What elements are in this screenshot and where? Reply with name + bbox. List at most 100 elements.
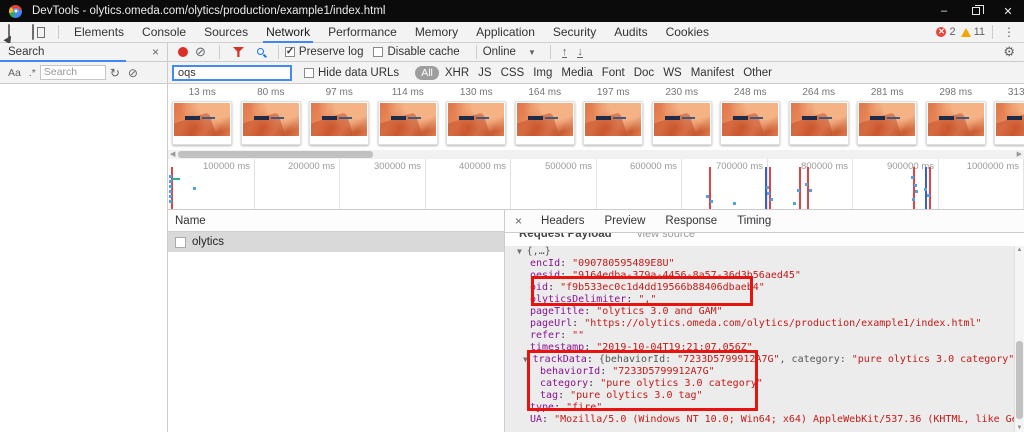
- details-tab-timing[interactable]: Timing: [727, 215, 781, 227]
- payload-line[interactable]: ▼ {,…}: [505, 246, 1014, 258]
- tab-console[interactable]: Console: [133, 22, 195, 43]
- refresh-icon[interactable]: ↻: [106, 66, 124, 80]
- timeline-gridline: [510, 159, 511, 210]
- type-filter-all[interactable]: All: [415, 66, 439, 80]
- warning-count: 11: [974, 26, 985, 38]
- type-filter-js[interactable]: JS: [478, 67, 491, 79]
- tab-audits[interactable]: Audits: [605, 22, 656, 43]
- tab-elements[interactable]: Elements: [65, 22, 133, 43]
- payload-line[interactable]: pageTitle: "olytics 3.0 and GAM": [505, 306, 1014, 318]
- payload-line[interactable]: UA: "Mozilla/5.0 (Windows NT 10.0; Win64…: [505, 414, 1014, 426]
- search-panel-close-button[interactable]: ×: [152, 45, 159, 59]
- filmstrip-frame[interactable]: 281 ms: [853, 84, 922, 150]
- name-column-header[interactable]: Name: [168, 210, 504, 232]
- hide-data-urls-checkbox[interactable]: [304, 68, 314, 78]
- timeline-request-dot: [169, 195, 172, 198]
- inspect-element-button[interactable]: [8, 25, 24, 39]
- payload-line[interactable]: refer: "": [505, 330, 1014, 342]
- timeline-request-dot: [770, 198, 773, 201]
- more-options-button[interactable]: ⋮: [1000, 25, 1018, 39]
- record-button[interactable]: [178, 47, 188, 57]
- tab-sources[interactable]: Sources: [195, 22, 257, 43]
- settings-gear-button[interactable]: ⚙: [1003, 44, 1015, 60]
- timeline-request-dot: [767, 192, 770, 195]
- json-value: "olytics 3.0 and GAM": [596, 306, 722, 317]
- close-details-icon[interactable]: ×: [505, 214, 531, 228]
- filmstrip-frame[interactable]: 264 ms: [785, 84, 854, 150]
- timeline-tick-label: 200000 ms: [288, 161, 339, 172]
- scroll-right-icon[interactable]: ▶: [1017, 150, 1022, 159]
- timeline-tick-label: 100000 ms: [203, 161, 254, 172]
- details-tab-response[interactable]: Response: [655, 215, 727, 227]
- divider: [58, 25, 59, 39]
- minimize-button[interactable]: –: [928, 0, 960, 22]
- disable-cache-checkbox[interactable]: [373, 47, 383, 57]
- filmstrip-frame[interactable]: 97 ms: [305, 84, 374, 150]
- table-row[interactable]: olytics: [168, 232, 504, 252]
- payload-line[interactable]: encId: "090780595489E8U": [505, 258, 1014, 270]
- tab-memory[interactable]: Memory: [406, 22, 467, 43]
- type-filter-ws[interactable]: WS: [663, 67, 682, 79]
- type-filter-font[interactable]: Font: [602, 67, 625, 79]
- match-case-toggle[interactable]: Aa: [4, 67, 25, 79]
- device-icon: [32, 24, 34, 40]
- filmstrip-frame[interactable]: 80 ms: [237, 84, 306, 150]
- details-tab-headers[interactable]: Headers: [531, 215, 594, 227]
- filmstrip-frame[interactable]: 248 ms: [716, 84, 785, 150]
- timeline-request-dot: [797, 189, 800, 192]
- scroll-down-icon[interactable]: ▼: [1017, 425, 1023, 431]
- network-filter-input[interactable]: oqs: [172, 65, 292, 81]
- json-punctuation: :: [572, 318, 584, 329]
- network-overview-timeline[interactable]: 100000 ms200000 ms300000 ms400000 ms5000…: [168, 159, 1024, 210]
- console-errors-badge[interactable]: ✕ 2: [936, 26, 955, 38]
- scroll-left-icon[interactable]: ◀: [170, 150, 175, 159]
- scrollbar-thumb[interactable]: [178, 151, 373, 158]
- clear-network-log-button[interactable]: ⊘: [195, 44, 206, 60]
- filmstrip-frame[interactable]: 13 ms: [168, 84, 237, 150]
- tab-security[interactable]: Security: [544, 22, 605, 43]
- type-filter-xhr[interactable]: XHR: [445, 67, 469, 79]
- tab-application[interactable]: Application: [467, 22, 544, 43]
- type-filter-doc[interactable]: Doc: [634, 67, 654, 79]
- preserve-log-checkbox[interactable]: [285, 47, 295, 57]
- filter-icon[interactable]: [233, 47, 244, 57]
- regex-toggle[interactable]: .*: [25, 67, 40, 79]
- type-filter-img[interactable]: Img: [533, 67, 552, 79]
- import-har-button[interactable]: ↑: [562, 47, 568, 58]
- clear-search-icon[interactable]: ⊘: [124, 66, 142, 80]
- console-warnings-badge[interactable]: 11: [961, 26, 985, 38]
- filmstrip-frame[interactable]: 298 ms: [922, 84, 991, 150]
- filmstrip-frame[interactable]: 313 ms: [990, 84, 1024, 150]
- filmstrip-frame[interactable]: 164 ms: [511, 84, 580, 150]
- network-search-icon[interactable]: [257, 48, 264, 55]
- filmstrip-frame[interactable]: 230 ms: [648, 84, 717, 150]
- view-source-link[interactable]: view source: [637, 233, 695, 240]
- type-filter-other[interactable]: Other: [743, 67, 772, 79]
- type-filter-css[interactable]: CSS: [501, 67, 525, 79]
- filmstrip-frame[interactable]: 130 ms: [442, 84, 511, 150]
- tab-network[interactable]: Network: [257, 22, 319, 43]
- resource-type-filters: All XHR JS CSS Img Media Font Doc WS Manifest Othe…: [409, 66, 781, 80]
- section-title: Request Payload: [519, 233, 612, 240]
- json-punctuation: {,…}: [527, 246, 551, 257]
- filmstrip-scrollbar[interactable]: ◀ ▶: [168, 150, 1024, 159]
- tab-performance[interactable]: Performance: [319, 22, 406, 43]
- details-tab-preview[interactable]: Preview: [594, 215, 655, 227]
- close-button[interactable]: ✕: [992, 0, 1024, 22]
- tab-cookies[interactable]: Cookies: [657, 22, 718, 43]
- device-toolbar-button[interactable]: [32, 25, 48, 39]
- scrollbar-thumb[interactable]: [1016, 341, 1023, 419]
- restore-button[interactable]: [960, 0, 992, 22]
- filmstrip-frame[interactable]: 197 ms: [579, 84, 648, 150]
- type-filter-media[interactable]: Media: [561, 67, 592, 79]
- search-input[interactable]: Search: [40, 65, 106, 80]
- filmstrip-frame[interactable]: 114 ms: [374, 84, 443, 150]
- scroll-up-icon[interactable]: ▲: [1017, 247, 1023, 253]
- page-screenshot-image: [996, 103, 1024, 136]
- throttling-select[interactable]: Online: [483, 46, 516, 58]
- export-har-button[interactable]: ↓: [577, 47, 583, 58]
- timeline-request-dot: [193, 187, 196, 190]
- details-scrollbar[interactable]: ▲ ▼: [1014, 246, 1024, 432]
- payload-line[interactable]: pageUrl: "https://olytics.omeda.com/olyt…: [505, 318, 1014, 330]
- type-filter-manifest[interactable]: Manifest: [691, 67, 734, 79]
